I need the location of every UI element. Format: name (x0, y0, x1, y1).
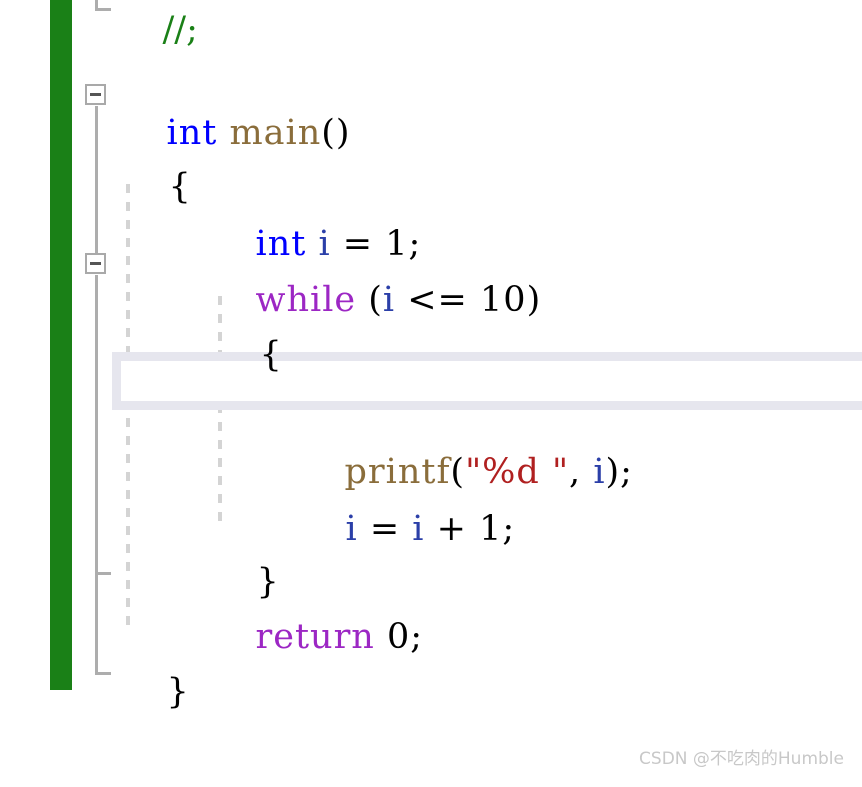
fold-end-tick-while (95, 572, 111, 575)
fold-spine-main-lower (95, 275, 98, 675)
token-close-paren: ) (526, 280, 542, 320)
token-brace: { (168, 167, 192, 207)
token-close-paren-semicolon: ); (605, 452, 633, 492)
fold-toggle-while[interactable] (85, 253, 106, 274)
token-semicolon: ; (410, 617, 424, 657)
token-open-paren: ( (356, 280, 383, 320)
code-line-increment[interactable]: i = i + 1; (297, 477, 515, 582)
code-line-empty-current[interactable] (296, 363, 856, 403)
comment-token: //; (162, 10, 198, 50)
token-semicolon: ; (502, 509, 516, 549)
minus-icon (90, 262, 101, 265)
code-editor-surface[interactable]: //; int main() { int i = 1; while (i <= … (0, 0, 862, 787)
token-number-10: 10 (480, 280, 527, 320)
code-line-close-brace-main[interactable]: } (118, 640, 190, 745)
token-variable-i: i (593, 452, 606, 492)
fold-toggle-main[interactable] (85, 84, 106, 105)
code-line-open-brace-while[interactable]: { (211, 303, 283, 408)
code-line-open-brace-main[interactable]: { (120, 135, 192, 240)
token-variable-i-left: i (345, 509, 358, 549)
fold-spine-main-upper (95, 106, 98, 253)
token-keyword-return: return (255, 617, 375, 657)
fold-end-tick-previous (95, 8, 111, 11)
token-brace: { (259, 335, 283, 375)
token-variable-i: i (382, 280, 396, 320)
token-number-0: 0 (386, 617, 411, 657)
token-operator-plus: + (424, 509, 480, 549)
change-indicator-bar (50, 0, 72, 690)
token-number-1: 1 (479, 509, 503, 549)
code-line-return[interactable]: return 0; (207, 585, 423, 690)
minus-icon (90, 93, 101, 96)
token-variable-i-right: i (412, 509, 425, 549)
token-parens: () (321, 113, 351, 153)
fold-end-tick-main (95, 672, 111, 675)
csdn-watermark: CSDN @不吃肉的Humble (639, 749, 844, 769)
token-operator-lte: <= (395, 280, 481, 320)
token-brace: } (166, 672, 190, 712)
token-function-main: main (229, 113, 322, 153)
code-folding-gutter[interactable] (84, 0, 114, 787)
clipped-comment-line: //; (118, 0, 198, 83)
token-comma: , (569, 452, 594, 492)
token-assign: = (357, 509, 413, 549)
